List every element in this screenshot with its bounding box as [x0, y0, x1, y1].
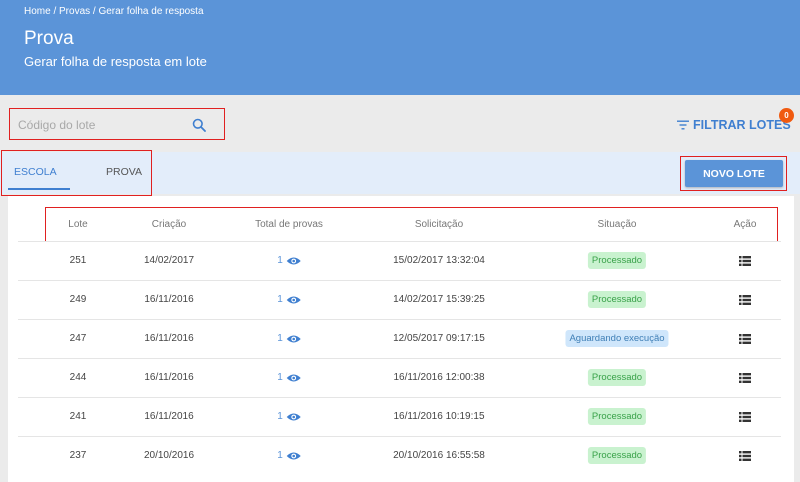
cell-solicitacao: 15/02/2017 13:32:04 — [393, 255, 485, 266]
page-subtitle: Gerar folha de resposta em lote — [24, 54, 207, 69]
cell-total-provas: 1 — [277, 372, 301, 383]
cell-criacao: 16/11/2016 — [144, 333, 194, 344]
status-badge: Processado — [587, 369, 647, 386]
cell-criacao: 16/11/2016 — [144, 294, 194, 305]
status-badge: Processado — [587, 291, 647, 308]
eye-icon[interactable] — [286, 256, 301, 266]
total-value: 1 — [277, 255, 283, 266]
cell-lote: 237 — [69, 450, 87, 461]
status-badge: Processado — [587, 447, 647, 464]
cell-criacao: 14/02/2017 — [143, 255, 195, 266]
cell-criacao: 16/11/2016 — [144, 411, 194, 422]
column-header-lote[interactable]: Lote — [68, 219, 87, 230]
filter-icon — [677, 120, 689, 130]
column-header-solicitacao[interactable]: Solicitação — [415, 219, 463, 230]
list-action-icon[interactable] — [739, 295, 751, 305]
row-separator — [18, 319, 781, 320]
row-separator — [18, 280, 781, 281]
total-value: 1 — [277, 411, 283, 422]
page-title: Prova — [24, 28, 74, 49]
status-badge: Aguardando execução — [565, 330, 669, 347]
cell-solicitacao: 14/02/2017 15:39:25 — [393, 294, 485, 305]
cell-lote: 241 — [69, 411, 87, 422]
row-separator — [18, 436, 781, 437]
cell-lote: 251 — [69, 255, 87, 266]
total-value: 1 — [277, 333, 283, 344]
cell-lote: 247 — [69, 333, 87, 344]
tab-escola[interactable]: ESCOLA — [14, 166, 57, 178]
row-separator — [18, 397, 781, 398]
tab-prova[interactable]: PROVA — [106, 166, 142, 178]
filter-count-badge: 0 — [779, 108, 794, 123]
cell-lote: 249 — [69, 294, 87, 305]
cell-total-provas: 1 — [277, 333, 301, 344]
eye-icon[interactable] — [286, 451, 301, 461]
column-header-total[interactable]: Total de provas — [255, 219, 323, 230]
list-action-icon[interactable] — [739, 256, 751, 266]
total-value: 1 — [277, 450, 283, 461]
search-icon[interactable] — [192, 118, 206, 132]
list-action-icon[interactable] — [739, 373, 751, 383]
eye-icon[interactable] — [286, 295, 301, 305]
cell-criacao: 20/10/2016 — [143, 450, 195, 461]
cell-solicitacao: 20/10/2016 16:55:58 — [393, 450, 485, 461]
cell-solicitacao: 12/05/2017 09:17:15 — [393, 333, 485, 344]
cell-criacao: 16/11/2016 — [144, 372, 194, 383]
eye-icon[interactable] — [286, 373, 301, 383]
active-tab-indicator — [8, 188, 70, 190]
column-header-situacao[interactable]: Situação — [598, 219, 637, 230]
status-badge: Processado — [587, 408, 647, 425]
cell-solicitacao: 16/11/2016 12:00:38 — [393, 372, 485, 383]
total-value: 1 — [277, 294, 283, 305]
filter-label: FILTRAR LOTES — [693, 118, 791, 132]
list-action-icon[interactable] — [739, 334, 751, 344]
filter-lotes-button[interactable]: FILTRAR LOTES — [677, 117, 791, 133]
status-badge: Processado — [587, 252, 647, 269]
cell-total-provas: 1 — [277, 411, 301, 422]
total-value: 1 — [277, 372, 283, 383]
cell-total-provas: 1 — [277, 255, 301, 266]
search-input[interactable]: Código do lote — [9, 108, 225, 140]
column-header-criacao[interactable]: Criação — [152, 219, 186, 230]
new-lote-button[interactable]: NOVO LOTE — [685, 160, 783, 187]
breadcrumb[interactable]: Home / Provas / Gerar folha de resposta — [24, 6, 204, 17]
cell-total-provas: 1 — [277, 294, 301, 305]
list-action-icon[interactable] — [739, 451, 751, 461]
cell-lote: 244 — [69, 372, 87, 383]
search-placeholder: Código do lote — [18, 118, 96, 132]
row-separator — [18, 241, 781, 242]
column-header-acao: Ação — [733, 219, 757, 230]
cell-solicitacao: 16/11/2016 10:19:15 — [393, 411, 485, 422]
list-action-icon[interactable] — [739, 412, 751, 422]
eye-icon[interactable] — [286, 412, 301, 422]
row-separator — [18, 358, 781, 359]
eye-icon[interactable] — [286, 334, 301, 344]
cell-total-provas: 1 — [277, 450, 301, 461]
page-header: Home / Provas / Gerar folha de resposta … — [0, 0, 800, 95]
